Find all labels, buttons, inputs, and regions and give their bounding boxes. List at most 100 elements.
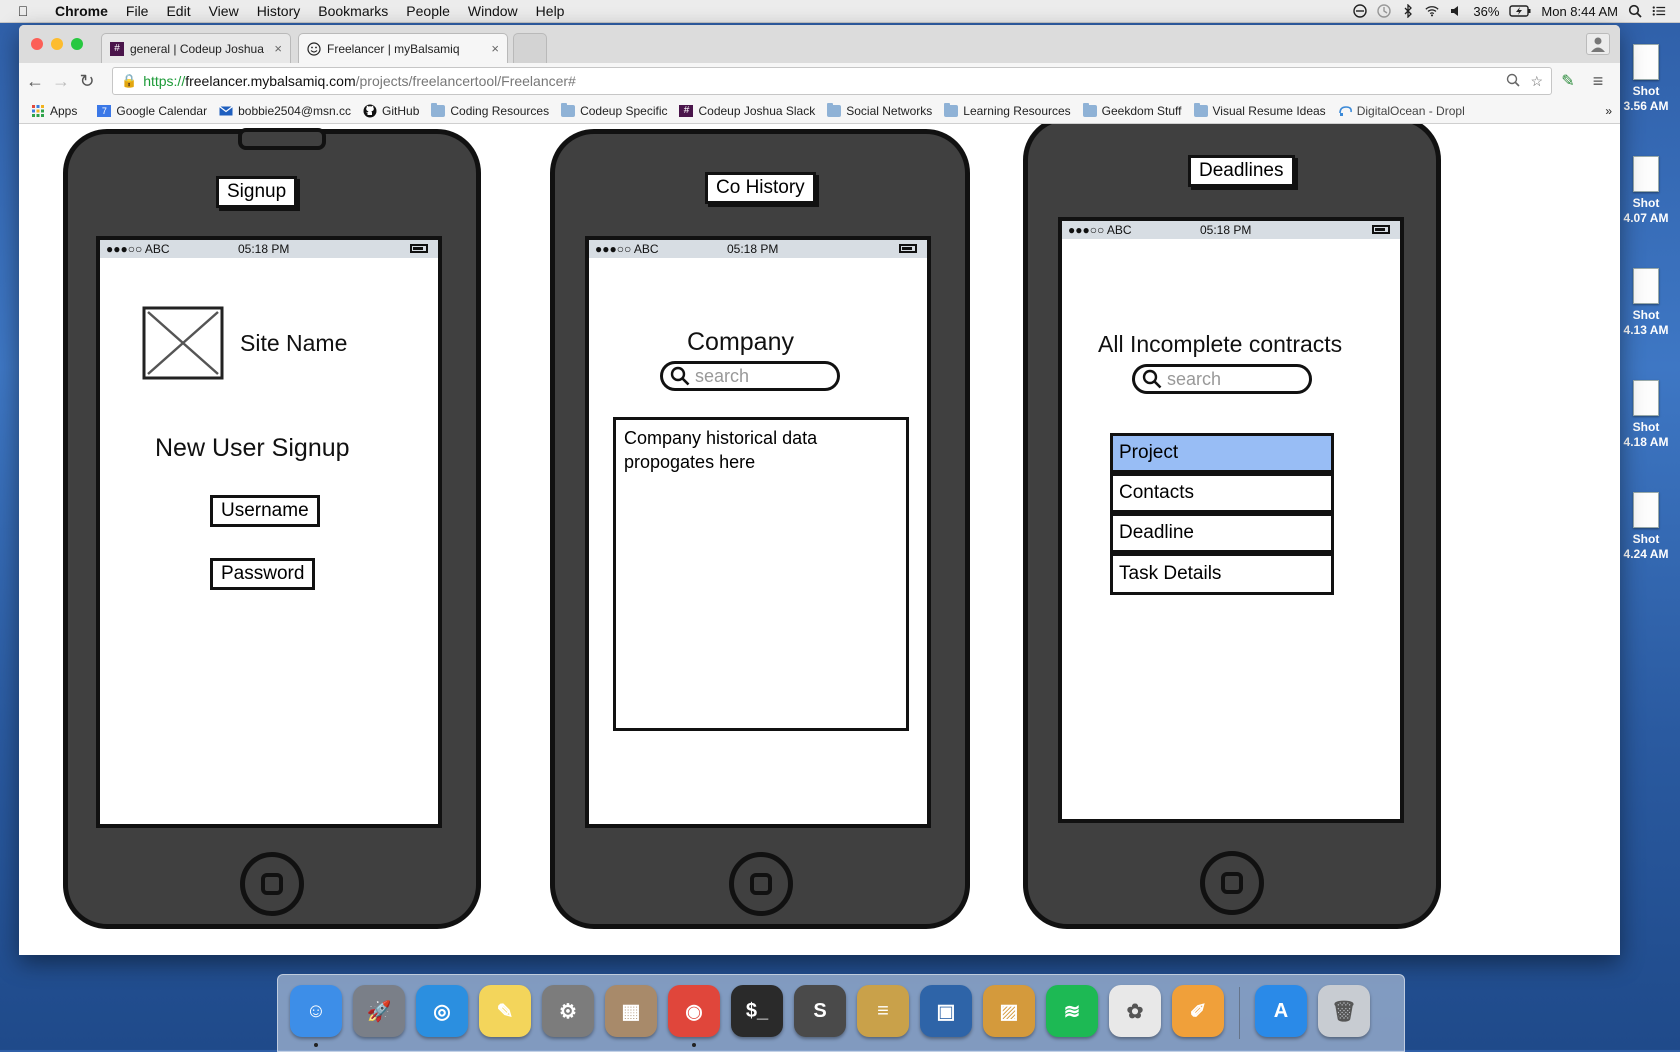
bookmark-folder-visual-resume-ideas[interactable]: Visual Resume Ideas [1193,103,1326,118]
home-button-icon [1200,851,1264,915]
bookmark-label: bobbie2504@msn.cc [238,104,352,118]
apple-menu-icon[interactable]:  [0,3,46,19]
url-host: freelancer.mybalsamiq.com [185,73,356,89]
smiley-icon [307,41,321,56]
menu-edit[interactable]: Edit [157,3,199,19]
menu-bookmarks[interactable]: Bookmarks [309,3,397,19]
file-label-line1: Shot [1632,308,1660,322]
notification-center-icon[interactable] [1652,4,1666,18]
time-machine-icon[interactable] [1377,4,1392,18]
contracts-list: Project Contacts Deadline Task Details [1110,433,1334,597]
chrome-menu-icon[interactable]: ≡ [1586,69,1610,93]
calculator-dock-icon[interactable]: ▦ [605,985,657,1037]
preview-dock-icon[interactable]: ▨ [983,985,1035,1037]
password-field[interactable]: Password [210,558,316,590]
back-button[interactable]: ← [23,69,47,93]
sublime-text-dock-icon[interactable]: S [794,985,846,1037]
company-history-textarea[interactable]: Company historical data propogates here [613,417,909,731]
zoom-icon[interactable] [1506,73,1521,87]
profile-icon[interactable] [1586,33,1610,55]
close-tab-icon[interactable]: × [491,41,499,56]
menubar-clock[interactable]: Mon 8:44 AM [1541,4,1618,19]
site-name-label: Site Name [240,330,348,356]
bookmark-digitalocean[interactable]: DigitalOcean - Dropl [1338,104,1465,118]
desktop-screenshot-file[interactable]: Shot 4.18 AM [1612,380,1680,450]
new-tab-button[interactable] [513,33,547,63]
bookmark-google-calendar[interactable]: 7 Google Calendar [97,104,207,118]
list-item-contacts[interactable]: Contacts [1110,473,1334,513]
phone-mockup-signup: ●●●○○ ABC 05:18 PM Site Name New User Si… [63,128,481,929]
close-tab-icon[interactable]: × [274,41,282,56]
folder-icon [944,103,959,117]
menu-help[interactable]: Help [527,3,574,19]
menu-window[interactable]: Window [459,3,527,19]
bookmarks-overflow-chevron[interactable]: » [1605,104,1612,118]
carrier-signal: ●●●○○ ABC [595,242,659,256]
photos-dock-icon[interactable]: ✿ [1109,985,1161,1037]
volume-icon[interactable] [1449,4,1463,18]
minimize-window-button[interactable] [51,38,63,50]
bookmark-star-icon[interactable]: ☆ [1530,73,1543,90]
bluetooth-icon[interactable] [1401,4,1415,18]
reload-button[interactable]: ↻ [75,69,99,93]
sequel-pro-dock-icon[interactable]: ≡ [857,985,909,1037]
address-bar[interactable]: 🔒 https://freelancer.mybalsamiq.com/proj… [112,67,1552,95]
desktop-screenshot-file[interactable]: Shot 4.24 AM [1612,492,1680,562]
trash-dock-icon[interactable]: 🗑 [1318,985,1370,1037]
menu-people[interactable]: People [397,3,459,19]
menu-history[interactable]: History [248,3,310,19]
bookmark-label: Visual Resume Ideas [1212,104,1326,118]
launchpad-dock-icon[interactable]: 🚀 [353,985,405,1037]
slack-hash-icon: # [679,105,694,117]
bookmark-folder-social-networks[interactable]: Social Networks [827,103,932,118]
bookmark-folder-learning-resources[interactable]: Learning Resources [944,103,1071,118]
pages-dock-icon[interactable]: ✐ [1172,985,1224,1037]
desktop-screenshot-file[interactable]: Shot 4.07 AM [1612,156,1680,226]
contracts-search-input[interactable]: search [1132,364,1312,394]
bookmark-github[interactable]: GitHub [363,104,419,118]
desktop-screenshot-file[interactable]: Shot 3.56 AM [1612,44,1680,114]
virtualbox-dock-icon[interactable]: ▣ [920,985,972,1037]
safari-dock-icon[interactable]: ◎ [416,985,468,1037]
browser-toolbar: ← → ↻ 🔒 https://freelancer.mybalsamiq.co… [19,63,1620,99]
battery-charging-icon[interactable] [1509,5,1531,17]
desktop-screenshot-file[interactable]: Shot 4.13 AM [1612,268,1680,338]
github-icon [363,104,377,118]
menu-view[interactable]: View [200,3,248,19]
list-item-deadline[interactable]: Deadline [1110,513,1334,553]
app-store-dock-icon[interactable]: A [1255,985,1307,1037]
menu-file[interactable]: File [117,3,158,19]
finder-dock-icon[interactable]: ☺ [290,985,342,1037]
bookmark-apps[interactable]: Apps [31,104,77,118]
bookmark-folder-codeup-specific[interactable]: Codeup Specific [561,103,667,118]
username-field[interactable]: Username [210,495,320,527]
company-search-input[interactable]: search [660,361,840,391]
bookmark-folder-coding-resources[interactable]: Coding Resources [431,103,549,118]
forward-button[interactable]: → [49,69,73,93]
signup-screen-label[interactable]: Signup [216,176,298,208]
extension-eyedropper-icon[interactable]: ✎ [1556,69,1580,93]
system-preferences-dock-icon[interactable]: ⚙ [542,985,594,1037]
bookmark-codeup-slack[interactable]: # Codeup Joshua Slack [679,104,815,118]
history-screen-label[interactable]: Co History [705,172,816,204]
list-item-project[interactable]: Project [1110,433,1334,473]
close-window-button[interactable] [31,38,43,50]
chrome-dock-icon[interactable]: ◉ [668,985,720,1037]
bookmark-email[interactable]: bobbie2504@msn.cc [219,104,351,118]
bookmark-label: Google Calendar [116,104,208,118]
menu-app-name[interactable]: Chrome [46,3,117,19]
tab-slack-general[interactable]: # general | Codeup Joshua S × [101,33,291,63]
bookmarks-bar: Apps 7 Google Calendar bobbie2504@msn.cc… [19,99,1620,124]
spotify-dock-icon[interactable]: ≋ [1046,985,1098,1037]
tab-balsamiq[interactable]: Freelancer | myBalsamiq × [298,33,508,63]
wifi-icon[interactable] [1425,4,1439,18]
list-item-task-details[interactable]: Task Details [1110,553,1334,595]
notes-dock-icon[interactable]: ✎ [479,985,531,1037]
terminal-dock-icon[interactable]: $_ [731,985,783,1037]
spotlight-search-icon[interactable] [1628,4,1642,18]
zoom-window-button[interactable] [71,38,83,50]
carrier-signal: ●●●○○ ABC [1068,223,1132,237]
deadlines-screen-label[interactable]: Deadlines [1188,155,1295,187]
bookmark-folder-geekdom-stuff[interactable]: Geekdom Stuff [1082,103,1182,118]
do-not-disturb-icon[interactable] [1353,4,1368,18]
